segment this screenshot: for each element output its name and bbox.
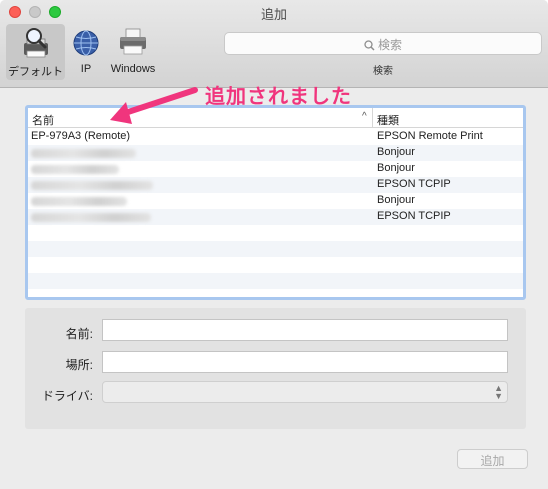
column-header-kind[interactable]: 種類 bbox=[377, 112, 399, 128]
search-field[interactable]: 検索 bbox=[224, 32, 542, 55]
printer-kind: Bonjour bbox=[377, 194, 415, 206]
list-row[interactable]: EPSON TCPIP bbox=[28, 177, 523, 193]
list-row-empty bbox=[28, 241, 523, 257]
search-icon bbox=[364, 40, 375, 51]
globe-icon bbox=[73, 30, 99, 56]
annotation-arrow-icon bbox=[110, 87, 198, 124]
search-caption: 検索 bbox=[373, 66, 393, 77]
column-divider[interactable] bbox=[372, 108, 373, 128]
redacted-name bbox=[31, 165, 119, 174]
printer-kind: EPSON Remote Print bbox=[377, 130, 483, 142]
printer-details-form: 名前: 場所: ドライバ: ▲ ▼ bbox=[25, 308, 526, 429]
list-row-empty bbox=[28, 257, 523, 273]
list-row-empty bbox=[28, 225, 523, 241]
printer-name: EP-979A3 (Remote) bbox=[31, 130, 131, 142]
printer-kind: EPSON TCPIP bbox=[377, 210, 451, 222]
toolbar-ip-button[interactable]: IP bbox=[68, 24, 104, 80]
toolbar-windows-button[interactable]: Windows bbox=[106, 24, 160, 80]
toolbar-default-button[interactable]: デフォルト bbox=[6, 24, 65, 80]
search-placeholder: 検索 bbox=[377, 38, 402, 52]
window-title: 追加 bbox=[260, 7, 287, 22]
printer-list[interactable]: 名前 ^ 種類 EP-979A3 (Remote) EPSON Remote P… bbox=[25, 105, 526, 300]
titlebar: 追加 デフォルト IP Windows 検索 検索 bbox=[0, 0, 548, 88]
redacted-name bbox=[31, 213, 151, 222]
add-printer-window: 追加 デフォルト IP Windows 検索 検索 名前 ^ 種類 EP-979… bbox=[0, 0, 548, 489]
column-header-name[interactable]: 名前 bbox=[32, 112, 54, 128]
printer-icon bbox=[120, 28, 146, 55]
printer-kind: Bonjour bbox=[377, 162, 415, 174]
list-row[interactable]: EP-979A3 (Remote) EPSON Remote Print bbox=[28, 129, 523, 145]
printer-kind: EPSON TCPIP bbox=[377, 178, 451, 190]
redacted-name bbox=[31, 181, 153, 190]
list-row[interactable]: Bonjour bbox=[28, 161, 523, 177]
list-row[interactable]: EPSON TCPIP bbox=[28, 209, 523, 225]
list-row[interactable]: Bonjour bbox=[28, 193, 523, 209]
redacted-name bbox=[31, 197, 127, 206]
list-row-empty bbox=[28, 273, 523, 289]
redacted-name bbox=[31, 149, 136, 158]
add-button[interactable]: 追加 bbox=[457, 449, 528, 469]
toolbar-ip-label: IP bbox=[80, 63, 92, 75]
location-input[interactable] bbox=[102, 351, 508, 373]
location-label: 場所: bbox=[65, 358, 93, 372]
toolbar-windows-label: Windows bbox=[110, 63, 156, 75]
annotation-text: 追加されました bbox=[205, 84, 352, 108]
driver-select[interactable]: ▲ ▼ bbox=[102, 381, 508, 403]
printer-kind: Bonjour bbox=[377, 146, 415, 158]
chevron-updown-icon: ▲ ▼ bbox=[494, 383, 503, 401]
list-row[interactable]: Bonjour bbox=[28, 145, 523, 161]
name-input[interactable] bbox=[102, 319, 508, 341]
sort-ascending-icon: ^ bbox=[362, 111, 367, 122]
toolbar-default-label: デフォルト bbox=[8, 66, 63, 78]
magnifier-printer-icon bbox=[23, 28, 48, 58]
name-label: 名前: bbox=[65, 327, 93, 341]
driver-label: ドライバ: bbox=[41, 389, 93, 403]
